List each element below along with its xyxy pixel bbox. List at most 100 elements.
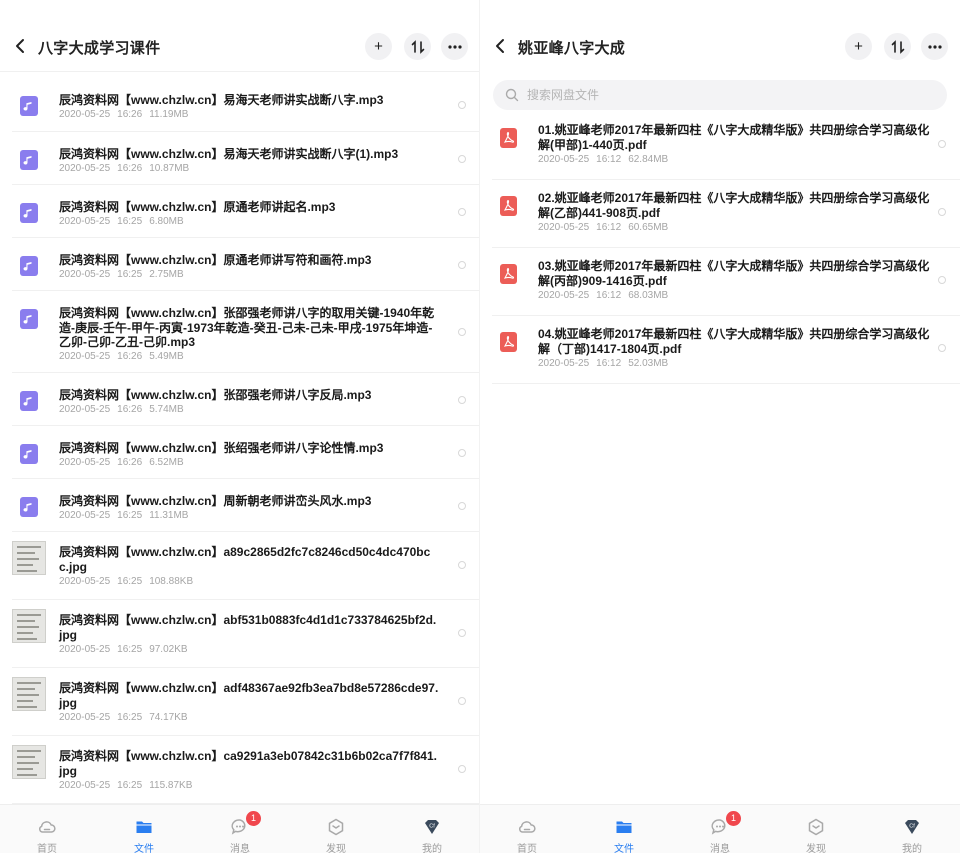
- folder-icon: [614, 817, 634, 837]
- profile-icon: Cf: [422, 817, 442, 837]
- bottom-tab-bar: 首页 文件 消息 1 发现 Cf 我的: [480, 804, 960, 853]
- select-radio[interactable]: [938, 344, 946, 352]
- file-meta: 2020-05-25 16:26 6.52MB: [59, 457, 184, 468]
- sort-button[interactable]: [884, 33, 911, 60]
- file-meta: 2020-05-25 16:25 97.02KB: [59, 644, 188, 655]
- file-size: 62.84MB: [628, 154, 669, 165]
- file-row[interactable]: 辰鸿资料网【www.chzlw.cn】原通老师讲起名.mp3 2020-05-25…: [12, 185, 480, 238]
- file-meta: 2020-05-25 16:25 11.31MB: [59, 510, 188, 521]
- select-radio[interactable]: [458, 697, 466, 705]
- file-date: 2020-05-25: [59, 457, 111, 468]
- top-bar: 八字大成学习课件 +: [0, 0, 480, 72]
- file-name: 辰鸿资料网【www.chzlw.cn】ca9291a3eb07842c31b6b…: [59, 749, 437, 778]
- file-time: 16:25: [117, 216, 143, 227]
- file-row[interactable]: 辰鸿资料网【www.chzlw.cn】张邵强老师讲八字反局.mp3 2020-05…: [12, 373, 480, 426]
- file-meta: 2020-05-25 16:25 6.80MB: [59, 216, 184, 227]
- tab-discover[interactable]: 发现: [306, 805, 366, 853]
- select-radio[interactable]: [458, 328, 466, 336]
- search-bar[interactable]: [493, 80, 947, 110]
- file-row[interactable]: 辰鸿资料网【www.chzlw.cn】易海天老师讲实战断八字.mp3 2020-0…: [12, 78, 480, 132]
- file-row[interactable]: 辰鸿资料网【www.chzlw.cn】adf48367ae92fb3ea7bd8…: [12, 668, 480, 736]
- file-date: 2020-05-25: [59, 644, 111, 655]
- file-meta: 2020-05-25 16:12 68.03MB: [538, 290, 668, 301]
- tab-discover[interactable]: 发现: [786, 805, 846, 853]
- tab-cloud[interactable]: 首页: [497, 805, 557, 853]
- file-row[interactable]: 04.姚亚峰老师2017年最新四柱《八字大成精华版》共四册综合学习高级化解（丁部…: [492, 316, 960, 384]
- select-radio[interactable]: [458, 208, 466, 216]
- file-row[interactable]: 辰鸿资料网【www.chzlw.cn】ca9291a3eb07842c31b6b…: [12, 736, 480, 804]
- file-size: 6.52MB: [149, 457, 184, 468]
- file-date: 2020-05-25: [59, 712, 111, 723]
- file-row[interactable]: 辰鸿资料网【www.chzlw.cn】张绍强老师讲八字论性情.mp3 2020-0…: [12, 426, 480, 479]
- more-button[interactable]: [441, 33, 468, 60]
- tab-profile[interactable]: Cf 我的: [402, 805, 462, 853]
- bottom-tab-bar: 首页 文件 消息 1 发现 Cf 我的: [0, 804, 480, 853]
- file-name: 03.姚亚峰老师2017年最新四柱《八字大成精华版》共四册综合学习高级化解(丙部…: [538, 259, 930, 288]
- file-list: 辰鸿资料网【www.chzlw.cn】易海天老师讲实战断八字.mp3 2020-0…: [12, 78, 480, 804]
- tab-chat[interactable]: 消息 1: [210, 805, 270, 853]
- file-row[interactable]: 辰鸿资料网【www.chzlw.cn】周新朝老师讲峦头风水.mp3 2020-05…: [12, 479, 480, 532]
- plus-icon: +: [854, 38, 863, 55]
- file-date: 2020-05-25: [538, 290, 590, 301]
- select-radio[interactable]: [458, 449, 466, 457]
- file-row[interactable]: 03.姚亚峰老师2017年最新四柱《八字大成精华版》共四册综合学习高级化解(丙部…: [492, 248, 960, 316]
- tab-folder[interactable]: 文件: [594, 805, 654, 853]
- back-button[interactable]: [492, 34, 510, 58]
- audio-file-icon: [20, 203, 38, 223]
- file-size: 97.02KB: [149, 644, 188, 655]
- select-radio[interactable]: [458, 765, 466, 773]
- select-radio[interactable]: [458, 155, 466, 163]
- file-row[interactable]: 辰鸿资料网【www.chzlw.cn】易海天老师讲实战断八字(1).mp3 202…: [12, 132, 480, 185]
- file-size: 11.19MB: [149, 109, 189, 120]
- search-input[interactable]: [527, 80, 927, 110]
- notification-badge: 1: [726, 811, 741, 826]
- file-meta: 2020-05-25 16:12 62.84MB: [538, 154, 668, 165]
- select-radio[interactable]: [458, 502, 466, 510]
- tab-cloud[interactable]: 首页: [17, 805, 77, 853]
- tab-label: 文件: [614, 844, 634, 853]
- file-size: 108.88KB: [149, 576, 194, 587]
- audio-file-icon: [20, 256, 38, 276]
- file-row[interactable]: 辰鸿资料网【www.chzlw.cn】张邵强老师讲八字的取用关键-1940年乾造…: [12, 291, 480, 373]
- more-button[interactable]: [921, 33, 948, 60]
- file-row[interactable]: 01.姚亚峰老师2017年最新四柱《八字大成精华版》共四册综合学习高级化解(甲部…: [492, 112, 960, 180]
- back-button[interactable]: [12, 34, 30, 58]
- select-radio[interactable]: [938, 208, 946, 216]
- file-name: 辰鸿资料网【www.chzlw.cn】张邵强老师讲八字的取用关键-1940年乾造…: [59, 306, 435, 349]
- select-radio[interactable]: [458, 629, 466, 637]
- file-time: 16:26: [117, 163, 143, 174]
- select-radio[interactable]: [458, 561, 466, 569]
- add-button[interactable]: +: [365, 33, 392, 60]
- tab-folder[interactable]: 文件: [114, 805, 174, 853]
- file-name: 辰鸿资料网【www.chzlw.cn】adf48367ae92fb3ea7bd8…: [59, 681, 439, 710]
- image-thumbnail: [12, 745, 46, 779]
- sort-icon: [411, 39, 424, 54]
- file-meta: 2020-05-25 16:25 74.17KB: [59, 712, 188, 723]
- add-button[interactable]: +: [845, 33, 872, 60]
- select-radio[interactable]: [458, 261, 466, 269]
- file-name: 辰鸿资料网【www.chzlw.cn】张邵强老师讲八字反局.mp3: [59, 388, 372, 402]
- page-title: 八字大成学习课件: [38, 40, 161, 57]
- file-list: 01.姚亚峰老师2017年最新四柱《八字大成精华版》共四册综合学习高级化解(甲部…: [492, 112, 960, 384]
- file-meta: 2020-05-25 16:25 108.88KB: [59, 576, 193, 587]
- file-row[interactable]: 辰鸿资料网【www.chzlw.cn】原通老师讲写符和画符.mp3 2020-05…: [12, 238, 480, 291]
- file-meta: 2020-05-25 16:25 2.75MB: [59, 269, 184, 280]
- tab-profile[interactable]: Cf 我的: [882, 805, 942, 853]
- file-time: 16:25: [117, 644, 143, 655]
- page-title: 姚亚峰八字大成: [518, 40, 626, 57]
- file-time: 16:25: [117, 780, 143, 791]
- select-radio[interactable]: [458, 396, 466, 404]
- file-name: 01.姚亚峰老师2017年最新四柱《八字大成精华版》共四册综合学习高级化解(甲部…: [538, 123, 930, 152]
- file-row[interactable]: 辰鸿资料网【www.chzlw.cn】abf531b0883fc4d1d1c73…: [12, 600, 480, 668]
- select-radio[interactable]: [938, 140, 946, 148]
- select-radio[interactable]: [938, 276, 946, 284]
- tab-chat[interactable]: 消息 1: [690, 805, 750, 853]
- cloud-icon: [517, 817, 537, 837]
- sort-button[interactable]: [404, 33, 431, 60]
- file-row[interactable]: 02.姚亚峰老师2017年最新四柱《八字大成精华版》共四册综合学习高级化解(乙部…: [492, 180, 960, 248]
- file-row[interactable]: 辰鸿资料网【www.chzlw.cn】a89c2865d2fc7c8246cd5…: [12, 532, 480, 600]
- select-radio[interactable]: [458, 101, 466, 109]
- file-name: 辰鸿资料网【www.chzlw.cn】原通老师讲写符和画符.mp3: [59, 253, 372, 267]
- left-pane: 八字大成学习课件 + 辰鸿资料网【www.chzlw.cn】易海天老师讲实战断八…: [0, 0, 480, 853]
- file-name: 辰鸿资料网【www.chzlw.cn】a89c2865d2fc7c8246cd5…: [59, 545, 431, 574]
